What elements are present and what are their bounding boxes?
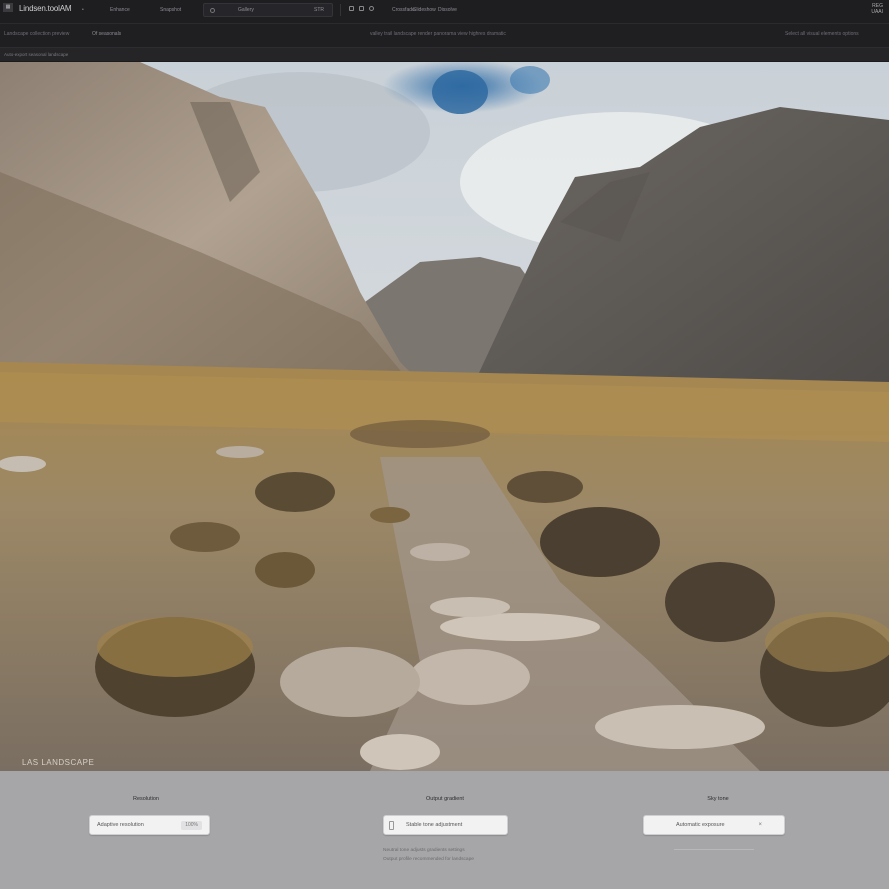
top-toolbar: ▦ Lindsen.toolAM • Enhance Snapshot Gall… bbox=[0, 0, 889, 24]
landscape-image bbox=[0, 62, 889, 771]
tool-crossfade[interactable]: Crossfade bbox=[392, 7, 415, 13]
divider bbox=[340, 4, 341, 16]
resolution-value: Adaptive resolution bbox=[97, 822, 144, 828]
info-left: Landscape collection preview bbox=[4, 31, 70, 37]
output-gradient-value: Stable tone adjustment bbox=[406, 822, 463, 828]
status-bottom: UAAI bbox=[871, 9, 883, 15]
search-icon bbox=[210, 8, 215, 13]
gallery-search[interactable]: Gallery STR bbox=[203, 3, 333, 17]
grid-icon[interactable] bbox=[349, 6, 354, 11]
resolution-title: Resolution bbox=[133, 796, 159, 802]
path-text[interactable]: Auto-export seasonal landscape bbox=[4, 52, 68, 57]
clear-icon[interactable]: × bbox=[758, 822, 762, 828]
info-left-accent: Of seasonals bbox=[92, 31, 122, 37]
image-viewer[interactable]: LAS LANDSCAPE bbox=[0, 62, 889, 771]
output-note-1: Neutral tone adjusts gradients settings bbox=[383, 848, 465, 853]
phone-icon bbox=[389, 821, 394, 830]
info-right[interactable]: Select all visual elements options bbox=[785, 31, 859, 37]
layers-icon[interactable] bbox=[359, 6, 364, 11]
settings-panel: Resolution Adaptive resolution 100% Outp… bbox=[0, 771, 889, 889]
menu-enhance[interactable]: Enhance bbox=[110, 7, 130, 13]
sky-tone-title: Sky tone bbox=[707, 796, 729, 802]
resolution-badge[interactable]: 100% bbox=[181, 821, 202, 830]
tool-slideshow[interactable]: Slideshow bbox=[413, 7, 436, 13]
tool-dissolve[interactable]: Dissolve bbox=[438, 7, 457, 13]
sky-tone-field[interactable]: Automatic exposure × bbox=[643, 815, 785, 835]
search-label: Gallery bbox=[238, 7, 254, 13]
menu-dot-icon: • bbox=[82, 7, 84, 13]
output-gradient-title: Output gradient bbox=[426, 796, 464, 802]
sky-tone-value: Automatic exposure bbox=[676, 822, 725, 828]
info-bar: Landscape collection preview Of seasonal… bbox=[0, 24, 889, 47]
output-note-2: Output profile recommended for landscape bbox=[383, 857, 474, 862]
output-gradient-field[interactable]: Stable tone adjustment bbox=[383, 815, 508, 835]
search-value: STR bbox=[314, 7, 324, 13]
app-title: Lindsen.toolAM bbox=[19, 4, 72, 13]
info-center: valley trail landscape render panorama v… bbox=[370, 31, 506, 37]
resolution-field[interactable]: Adaptive resolution 100% bbox=[89, 815, 210, 835]
app-icon[interactable]: ▦ bbox=[3, 3, 13, 12]
settings-icon[interactable] bbox=[369, 6, 374, 11]
path-bar: Auto-export seasonal landscape bbox=[0, 47, 889, 61]
window-status: REG UAAI bbox=[871, 3, 883, 15]
menu-snapshot[interactable]: Snapshot bbox=[160, 7, 181, 13]
slider-track[interactable] bbox=[674, 849, 754, 850]
image-watermark: LAS LANDSCAPE bbox=[22, 758, 95, 767]
